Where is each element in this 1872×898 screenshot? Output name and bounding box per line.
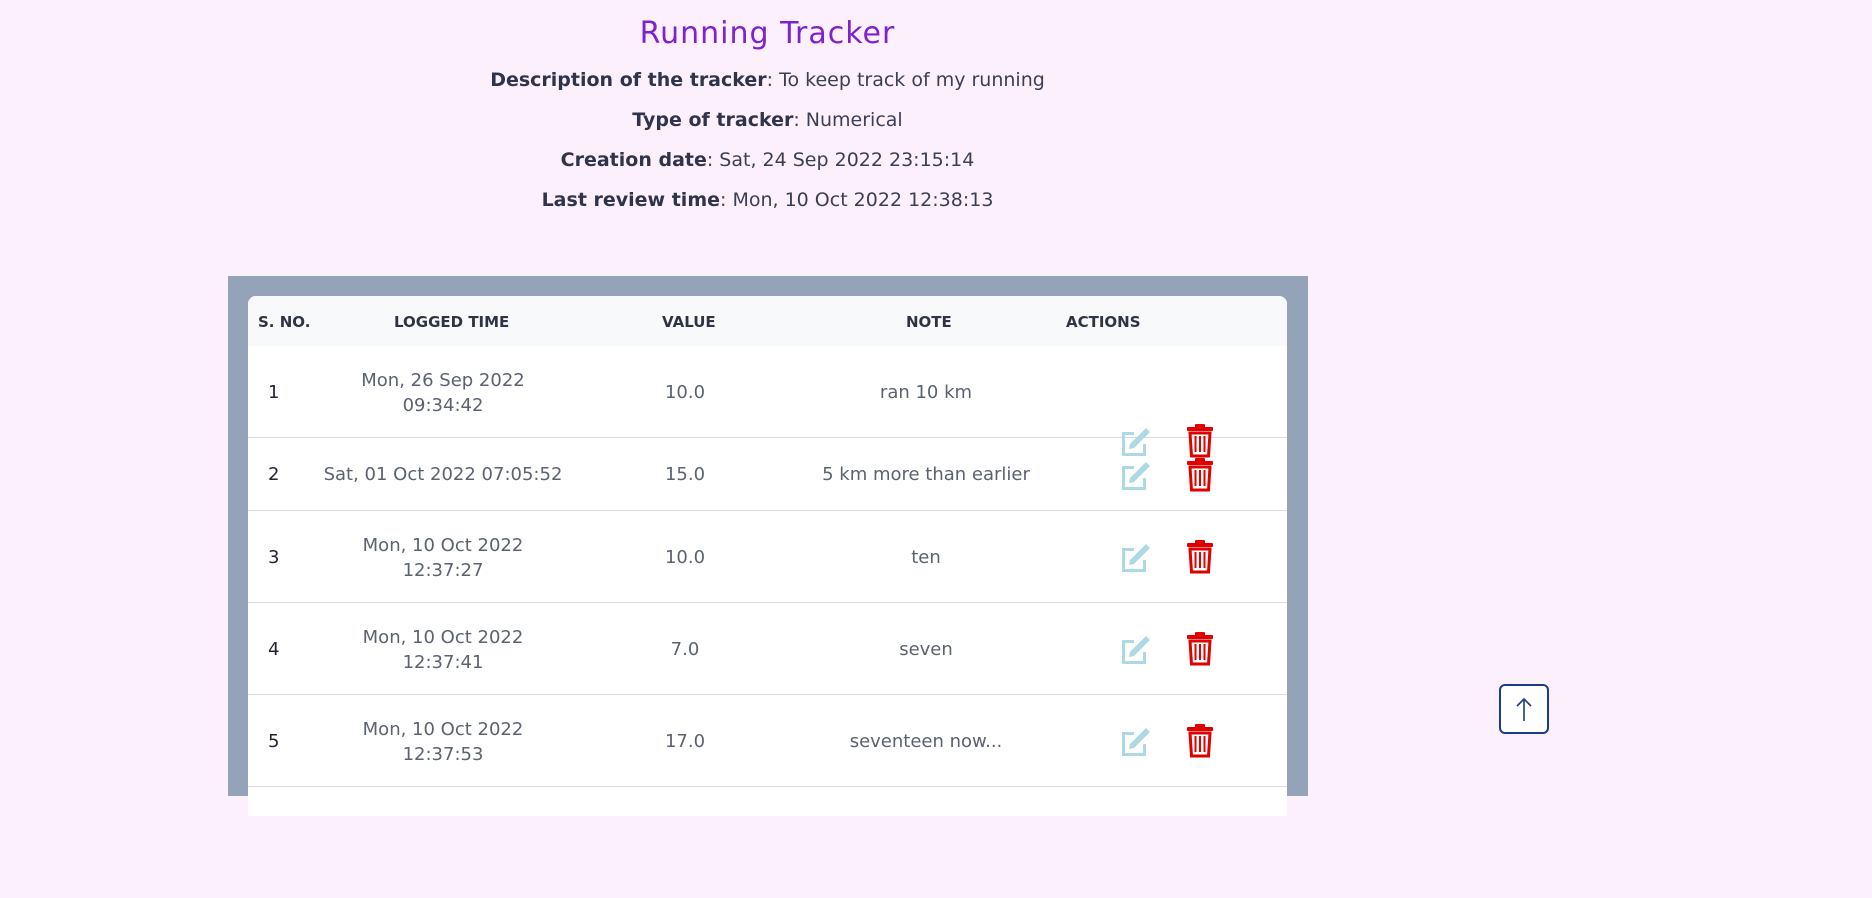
row-sno: 5 <box>268 731 280 752</box>
header-note: NOTE <box>906 313 952 331</box>
row-value: 17.0 <box>664 731 706 752</box>
scroll-to-top-button[interactable] <box>1499 684 1549 734</box>
edit-icon[interactable] <box>1116 630 1152 666</box>
type-value: : Numerical <box>793 109 903 131</box>
row-logged-time: Mon, 10 Oct 2022 12:37:53 <box>362 719 524 765</box>
review-label: Last review time <box>541 189 720 211</box>
row-sno: 1 <box>268 382 280 403</box>
table-row: 5 Mon, 10 Oct 2022 12:37:53 17.0 sevente… <box>248 695 1287 787</box>
trash-icon[interactable] <box>1182 538 1218 574</box>
edit-icon[interactable] <box>1116 538 1152 574</box>
edit-icon[interactable] <box>1116 456 1152 492</box>
table-frame: S. NO. LOGGED TIME VALUE NOTE ACTIONS 1 … <box>228 276 1308 816</box>
type-line: Type of tracker: Numerical <box>0 109 1535 131</box>
logs-table: S. NO. LOGGED TIME VALUE NOTE ACTIONS 1 … <box>248 296 1287 816</box>
creation-value: : Sat, 24 Sep 2022 23:15:14 <box>706 149 975 171</box>
table-row: 2 Sat, 01 Oct 2022 07:05:52 15.0 5 km mo… <box>248 438 1287 511</box>
description-line: Description of the tracker: To keep trac… <box>0 69 1535 91</box>
row-note: 5 km more than earlier <box>822 464 1030 485</box>
description-value: : To keep track of my running <box>766 69 1045 91</box>
row-note: ran 10 km <box>879 382 973 403</box>
row-sno: 2 <box>268 464 280 485</box>
table-row: 3 Mon, 10 Oct 2022 12:37:27 10.0 ten <box>248 511 1287 603</box>
trash-icon[interactable] <box>1182 630 1218 666</box>
creation-label: Creation date <box>560 149 707 171</box>
review-line: Last review time: Mon, 10 Oct 2022 12:38… <box>0 189 1535 211</box>
header-value: VALUE <box>662 313 716 331</box>
review-value: : Mon, 10 Oct 2022 12:38:13 <box>720 189 994 211</box>
row-value: 15.0 <box>664 464 706 485</box>
table-row: 1 Mon, 26 Sep 2022 09:34:42 10.0 ran 10 … <box>248 346 1287 458</box>
trash-icon[interactable] <box>1182 456 1218 492</box>
row-note: ten <box>911 547 941 568</box>
row-logged-time: Mon, 10 Oct 2022 12:37:27 <box>362 535 524 581</box>
header-logged-time: LOGGED TIME <box>394 313 510 331</box>
header-actions: ACTIONS <box>1066 313 1141 331</box>
row-value: 10.0 <box>664 547 706 568</box>
arrow-up-icon <box>1516 697 1532 721</box>
page-title: Running Tracker <box>639 16 896 51</box>
row-sno: 4 <box>268 639 280 660</box>
row-note: seven <box>899 639 953 660</box>
description-label: Description of the tracker <box>490 69 767 91</box>
row-logged-time: Mon, 10 Oct 2022 12:37:41 <box>362 627 524 673</box>
row-value: 7.0 <box>670 639 700 660</box>
type-label: Type of tracker <box>632 109 794 131</box>
header-sno: S. NO. <box>258 313 311 331</box>
row-logged-time: Mon, 26 Sep 2022 09:34:42 <box>361 370 525 416</box>
row-logged-time: Sat, 01 Oct 2022 07:05:52 <box>323 464 563 485</box>
row-value: 10.0 <box>664 382 706 403</box>
trash-icon[interactable] <box>1182 722 1218 758</box>
row-sno: 3 <box>268 547 280 568</box>
edit-icon[interactable] <box>1116 722 1152 758</box>
creation-line: Creation date: Sat, 24 Sep 2022 23:15:14 <box>0 149 1535 171</box>
row-note: seventeen now... <box>849 731 1003 752</box>
table-header: S. NO. LOGGED TIME VALUE NOTE ACTIONS <box>248 296 1287 346</box>
table-row: 4 Mon, 10 Oct 2022 12:37:41 7.0 seven <box>248 603 1287 695</box>
